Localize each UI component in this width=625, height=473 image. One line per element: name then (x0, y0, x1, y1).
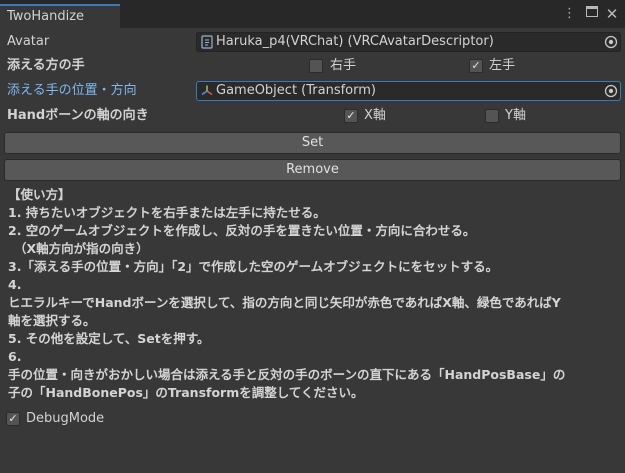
remove-button[interactable]: Remove (4, 159, 621, 181)
avatar-value: Haruka_p4(VRChat) (VRCAvatarDescriptor) (216, 34, 494, 49)
set-button[interactable]: Set (4, 132, 621, 154)
script-icon (201, 35, 213, 49)
hand-label: 添える方の手 (7, 58, 85, 73)
left-hand-checkbox[interactable]: ✓ (469, 59, 483, 73)
help-line: 1. 持ちたいオブジェクトを右手または左手に持たせる。 (8, 205, 326, 220)
target-object-field[interactable]: GameObject (Transform) (196, 81, 621, 101)
x-axis-checkbox[interactable]: ✓ (344, 109, 358, 123)
help-line: （X軸方向が指の向き） (14, 241, 149, 256)
target-value: GameObject (Transform) (216, 83, 376, 98)
object-picker-icon[interactable] (604, 35, 618, 49)
right-hand-label: 右手 (330, 58, 357, 73)
target-label: 添える手の位置・方向 (7, 83, 137, 98)
help-line: 子の「HandBonePos」のTransformを調整してください。 (8, 385, 364, 400)
x-axis-label: X軸 (364, 108, 386, 123)
transform-icon (201, 85, 213, 96)
help-line: 軸を選択する。 (8, 313, 96, 328)
y-axis-label: Y軸 (505, 108, 526, 123)
help-line: 2. 空のゲームオブジェクトを作成し、反対の手を置きたい位置・方向に合わせる。 (8, 223, 476, 238)
maximize-icon[interactable] (584, 6, 600, 22)
help-line: 5. その他を設定して、Setを押す。 (8, 331, 210, 346)
debug-mode-checkbox[interactable]: ✓ (6, 412, 20, 426)
target-row: 添える手の位置・方向 GameObject (Transform) (0, 80, 625, 102)
help-line: 6. (8, 349, 22, 364)
tab-twohandize[interactable]: TwoHandize (0, 4, 120, 28)
right-hand-checkbox[interactable] (309, 59, 323, 73)
help-line: 手の位置・向きがおかしい場合は添える手と反対の手のボーンの直下にある「HandP… (8, 367, 566, 382)
avatar-label: Avatar (7, 34, 50, 49)
help-line: 【使い方】 (8, 187, 71, 202)
usage-help-text: 【使い方】 1. 持ちたいオブジェクトを右手または左手に持たせる。 2. 空のゲ… (8, 186, 618, 402)
close-icon[interactable]: ✕ (604, 6, 620, 22)
y-axis-checkbox[interactable] (485, 109, 499, 123)
more-options-icon[interactable]: ⋮ (563, 6, 576, 22)
axis-row: Handボーンの軸の向き ✓ X軸 Y軸 (0, 105, 625, 127)
window-tab-bar: TwoHandize ⋮ ✕ (0, 0, 625, 28)
axis-label: Handボーンの軸の向き (7, 108, 149, 123)
debug-row: ✓ DebugMode (0, 408, 625, 430)
avatar-object-field[interactable]: Haruka_p4(VRChat) (VRCAvatarDescriptor) (196, 32, 621, 52)
help-line: 3.「添える手の位置・方向」「2」で作成した空のゲームオブジェクトにをセットする… (8, 259, 499, 274)
help-line: ヒエラルキーでHandボーンを選択して、指の方向と同じ矢印が赤色であればX軸、緑… (8, 295, 561, 310)
help-line: 4. (8, 277, 22, 292)
object-picker-icon[interactable] (604, 84, 618, 98)
debug-mode-label: DebugMode (26, 411, 105, 426)
left-hand-label: 左手 (489, 58, 516, 73)
avatar-row: Avatar Haruka_p4(VRChat) (VRCAvatarDescr… (0, 31, 625, 53)
hand-row: 添える方の手 右手 ✓ 左手 (0, 55, 625, 77)
